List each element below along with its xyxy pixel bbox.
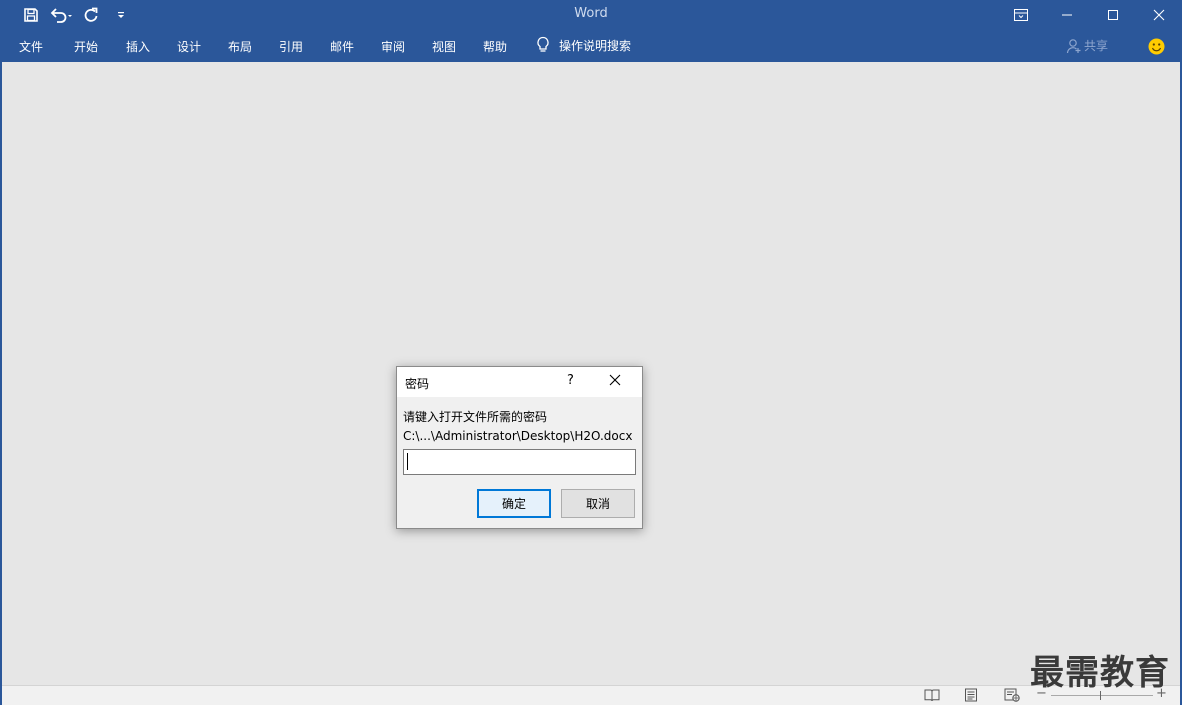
tab-mailings[interactable]: 邮件	[330, 38, 354, 55]
print-layout-button[interactable]	[964, 688, 978, 705]
dialog-help-button[interactable]: ?	[567, 373, 574, 388]
tab-file[interactable]: 文件	[19, 38, 43, 55]
web-layout-icon	[1004, 688, 1020, 702]
password-dialog: 密码 ? 请键入打开文件所需的密码 C:\...\Administrator\D…	[396, 366, 643, 529]
status-bar: − +	[2, 685, 1180, 705]
tab-help[interactable]: 帮助	[483, 38, 507, 55]
ok-button[interactable]: 确定	[477, 489, 551, 518]
read-mode-icon	[924, 689, 940, 702]
cancel-button[interactable]: 取消	[561, 489, 635, 518]
window-controls	[998, 0, 1182, 30]
minimize-button[interactable]	[1044, 0, 1090, 30]
file-path: C:\...\Administrator\Desktop\H2O.docx	[403, 429, 633, 443]
customize-qat-button[interactable]	[106, 4, 136, 26]
read-mode-button[interactable]	[924, 688, 940, 705]
close-window-button[interactable]	[1136, 0, 1182, 30]
customize-icon	[118, 12, 124, 18]
share-label: 共享	[1084, 39, 1109, 53]
quick-access-toolbar	[16, 4, 136, 26]
undo-icon	[50, 8, 72, 23]
close-icon	[609, 374, 621, 386]
save-button[interactable]	[16, 4, 46, 26]
feedback-button[interactable]	[1148, 38, 1165, 58]
ribbon-display-options-button[interactable]	[998, 0, 1044, 30]
smiley-icon	[1148, 38, 1165, 55]
text-caret	[407, 453, 408, 470]
minimize-icon	[1062, 14, 1072, 16]
close-icon	[1153, 9, 1165, 21]
tab-review[interactable]: 审阅	[381, 38, 405, 55]
print-layout-icon	[965, 688, 977, 702]
password-input[interactable]	[403, 449, 636, 475]
undo-button[interactable]	[46, 4, 76, 26]
tell-me-label: 操作说明搜索	[559, 38, 632, 53]
ribbon-display-icon	[1014, 9, 1028, 21]
maximize-button[interactable]	[1090, 0, 1136, 30]
dialog-title-bar: 密码 ?	[397, 367, 642, 397]
tab-insert[interactable]: 插入	[126, 38, 150, 55]
title-bar: Word	[0, 0, 1182, 30]
ribbon-tabs: 文件 开始 插入 设计 布局 引用 邮件 审阅 视图 帮助 操作说明搜索 共享	[0, 30, 1182, 62]
tab-layout[interactable]: 布局	[228, 38, 252, 55]
dialog-close-button[interactable]	[609, 374, 621, 389]
password-prompt: 请键入打开文件所需的密码	[403, 410, 548, 424]
person-add-icon	[1066, 38, 1081, 53]
share-button[interactable]: 共享	[1066, 37, 1108, 54]
watermark: 最需教育	[1030, 653, 1170, 693]
tell-me-search[interactable]: 操作说明搜索	[536, 36, 631, 54]
redo-button[interactable]	[76, 4, 106, 26]
save-icon	[24, 8, 38, 22]
tab-references[interactable]: 引用	[279, 38, 303, 55]
web-layout-button[interactable]	[1004, 688, 1020, 705]
maximize-icon	[1108, 10, 1118, 20]
dialog-title: 密码	[405, 377, 430, 391]
redo-icon	[84, 7, 98, 22]
tab-design[interactable]: 设计	[177, 38, 201, 55]
tab-home[interactable]: 开始	[74, 38, 98, 55]
tab-view[interactable]: 视图	[432, 38, 456, 55]
lightbulb-icon	[537, 36, 549, 52]
zoom-slider-track[interactable]	[1051, 695, 1153, 696]
